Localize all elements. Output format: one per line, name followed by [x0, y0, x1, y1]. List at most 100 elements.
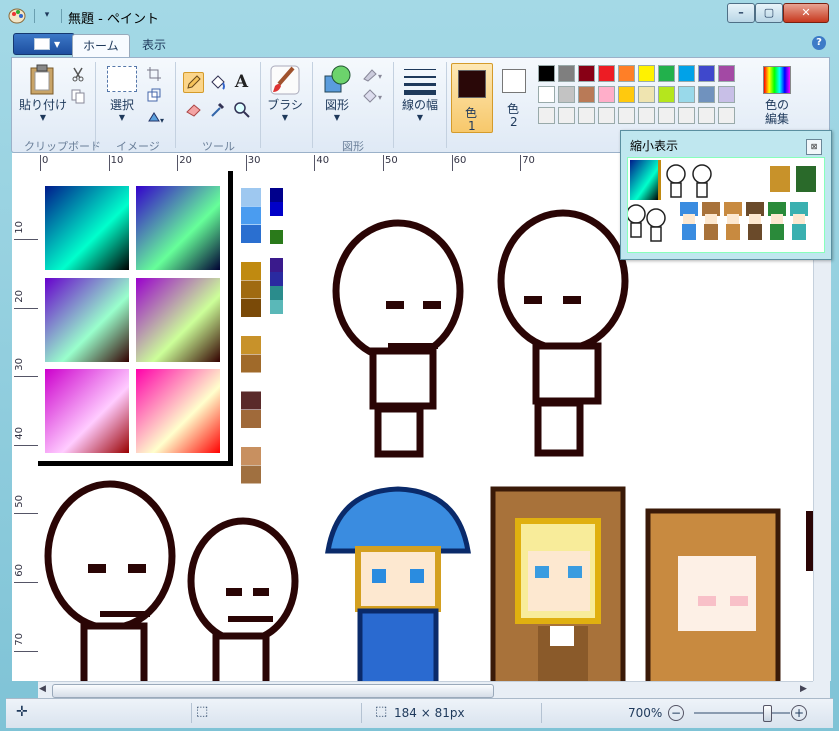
thumbnail-shape: [682, 224, 696, 240]
palette-swatch[interactable]: [538, 86, 555, 103]
palette-swatch[interactable]: [578, 65, 595, 82]
palette-swatch[interactable]: [638, 86, 655, 103]
zoom-slider[interactable]: [694, 705, 790, 722]
palette-swatch[interactable]: [558, 65, 575, 82]
thumbnail-shape: [630, 222, 642, 238]
color-strip-swatch: [241, 280, 261, 299]
cut-icon[interactable]: [70, 66, 86, 82]
ruler-tick: [451, 155, 453, 171]
pencil-tool-button[interactable]: [183, 72, 204, 93]
fill-tool-button[interactable]: [207, 72, 228, 93]
girl-face: [678, 556, 756, 631]
maximize-button[interactable]: ▢: [755, 3, 783, 23]
brush-icon: [270, 65, 300, 95]
palette-swatch[interactable]: [718, 107, 735, 124]
edit-colors-button[interactable]: 色の 編集: [757, 66, 797, 126]
palette-swatch[interactable]: [538, 65, 555, 82]
color1-button[interactable]: 色 1: [451, 63, 493, 133]
palette-swatch[interactable]: [718, 65, 735, 82]
zoom-in-button[interactable]: +: [791, 705, 807, 721]
palette-swatch[interactable]: [698, 86, 715, 103]
text-tool-button[interactable]: A: [231, 72, 252, 93]
fill-button[interactable]: ▾: [362, 87, 386, 103]
ruler-tick-label: 50: [14, 495, 25, 509]
palette-swatch[interactable]: [658, 107, 675, 124]
palette-swatch[interactable]: [578, 86, 595, 103]
ruler-tick-label: 10: [110, 155, 124, 166]
status-separator: [191, 703, 192, 723]
brush-button[interactable]: ブラシ ▼: [265, 64, 305, 122]
thumbnail-shape: [658, 160, 661, 200]
palette-swatch[interactable]: [678, 86, 695, 103]
select-button[interactable]: 選択 ▼: [102, 66, 142, 122]
image-size: 184 × 81px: [394, 706, 465, 720]
palette-swatch[interactable]: [598, 86, 615, 103]
palette-swatch[interactable]: [678, 65, 695, 82]
line-width-button[interactable]: 線の幅 ▼: [397, 66, 443, 122]
eraser-tool-button[interactable]: [183, 99, 204, 120]
thumbnail-shape: [793, 214, 805, 224]
zoom-slider-thumb[interactable]: [763, 705, 772, 722]
ruler-tick: [14, 239, 38, 240]
thumbnail-shape: [726, 224, 740, 240]
ruler-tick: [14, 513, 38, 515]
thumbnail-shape: [771, 214, 783, 224]
palette-swatch[interactable]: [598, 65, 615, 82]
tab-home[interactable]: ホーム: [72, 34, 130, 57]
palette-swatch[interactable]: [618, 86, 635, 103]
color-picker-tool-button[interactable]: [207, 99, 228, 120]
scroll-right-icon[interactable]: ▶: [800, 684, 807, 694]
pixel-art-shape: [372, 569, 386, 583]
close-button[interactable]: ✕: [783, 3, 829, 23]
paste-label: 貼り付け: [18, 98, 67, 112]
paste-button[interactable]: 貼り付け ▼: [18, 64, 68, 122]
palette-swatch[interactable]: [698, 65, 715, 82]
rotate-icon[interactable]: ▾: [146, 109, 164, 125]
thumbnail-shape: [683, 214, 695, 224]
palette-swatch[interactable]: [598, 107, 615, 124]
thumbnail-window[interactable]: 縮小表示 ⊠: [620, 130, 832, 260]
copy-icon[interactable]: [70, 88, 86, 104]
palette-swatch[interactable]: [658, 86, 675, 103]
crop-icon[interactable]: [146, 66, 162, 82]
chevron-down-icon: ▼: [54, 40, 61, 49]
shapes-button[interactable]: 図形 ▼: [317, 64, 357, 122]
horizontal-scrollbar[interactable]: ◀ ▶: [38, 681, 813, 699]
paint-menu-button[interactable]: ▼: [13, 33, 75, 55]
scroll-left-icon[interactable]: ◀: [39, 684, 46, 694]
thumbnail-close-button[interactable]: ⊠: [806, 139, 822, 155]
quick-access-dropdown-icon[interactable]: ▾: [40, 8, 54, 22]
palette-swatch[interactable]: [558, 86, 575, 103]
paint-app-icon[interactable]: [8, 7, 26, 24]
color2-button[interactable]: [502, 69, 526, 93]
palette-swatch[interactable]: [578, 107, 595, 124]
eyedropper-icon: [211, 102, 225, 117]
palette-swatch[interactable]: [638, 65, 655, 82]
minimize-button[interactable]: –: [727, 3, 755, 23]
thumbnail-shape: [796, 166, 816, 192]
horizontal-scroll-thumb[interactable]: [52, 684, 494, 698]
palette-swatch[interactable]: [718, 86, 735, 103]
figure-body-outline: [212, 632, 270, 681]
palette-swatch[interactable]: [538, 107, 555, 124]
magnifier-tool-button[interactable]: [231, 99, 252, 120]
palette-swatch[interactable]: [678, 107, 695, 124]
palette-swatch[interactable]: [698, 107, 715, 124]
thumbnail-shape: [705, 214, 717, 224]
palette-swatch[interactable]: [618, 65, 635, 82]
help-icon[interactable]: ?: [812, 36, 826, 50]
zoom-out-button[interactable]: −: [668, 705, 684, 721]
palette-swatch[interactable]: [618, 107, 635, 124]
color-strip-swatch: [241, 206, 261, 225]
tab-view[interactable]: 表示: [132, 34, 176, 56]
outline-icon: ▾: [363, 69, 382, 82]
palette-swatch[interactable]: [658, 65, 675, 82]
shapes-group-label: 図形: [342, 140, 364, 153]
palette-swatch[interactable]: [638, 107, 655, 124]
palette-swatch[interactable]: [558, 107, 575, 124]
resize-icon[interactable]: [146, 87, 162, 103]
thumbnail-shape: [704, 224, 718, 240]
text-icon: A: [234, 72, 249, 92]
color-wheel-icon: [763, 66, 791, 94]
outline-button[interactable]: ▾: [362, 66, 386, 82]
